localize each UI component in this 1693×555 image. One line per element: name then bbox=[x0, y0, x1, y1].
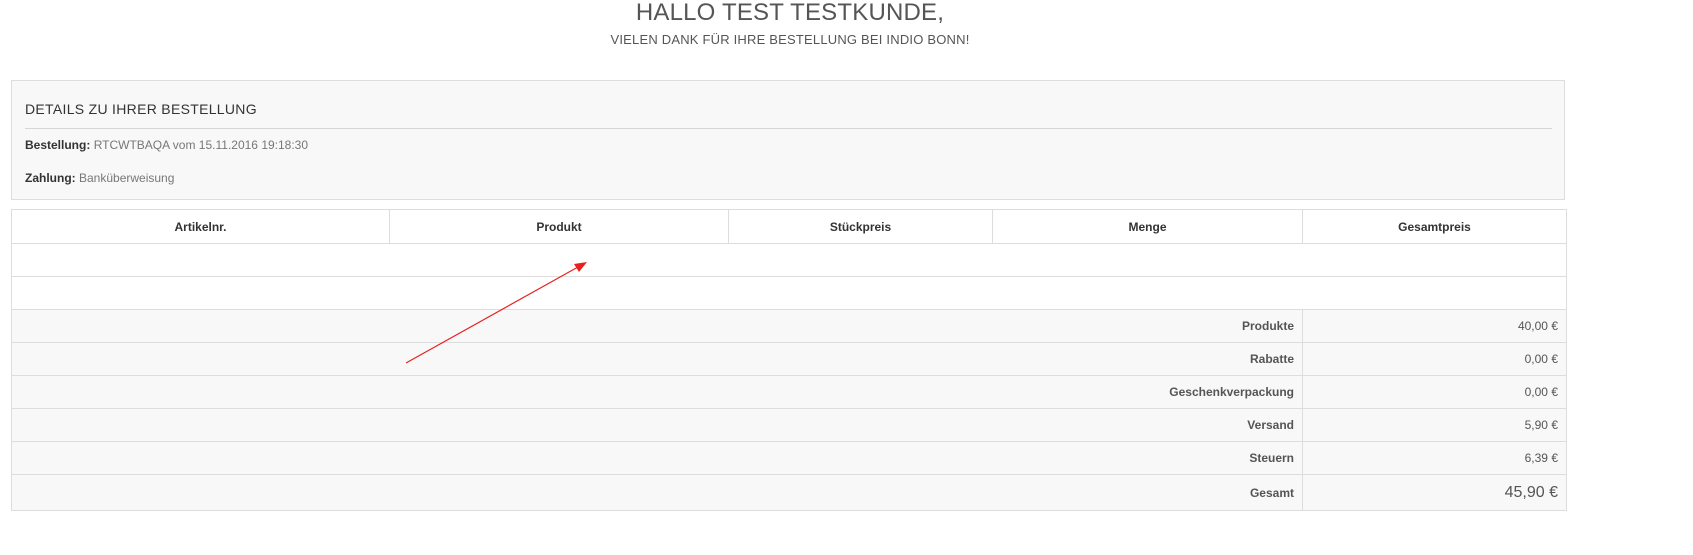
order-details-title: DETAILS ZU IHRER BESTELLUNG bbox=[25, 101, 257, 117]
summary-row-discounts: Rabatte 0,00 € bbox=[11, 342, 1567, 376]
table-row-empty bbox=[11, 243, 1567, 277]
summary-row-products: Produkte 40,00 € bbox=[11, 309, 1567, 343]
empty-cell bbox=[11, 276, 1567, 310]
summary-label: Rabatte bbox=[11, 342, 1303, 376]
total-value: 45,90 € bbox=[1302, 474, 1567, 511]
order-details-panel: DETAILS ZU IHRER BESTELLUNG Bestellung: … bbox=[11, 80, 1565, 200]
column-header-quantity: Menge bbox=[992, 209, 1303, 244]
thank-you-subtitle: VIELEN DANK FÜR IHRE BESTELLUNG BEI INDI… bbox=[610, 32, 970, 47]
summary-label: Steuern bbox=[11, 441, 1303, 475]
summary-value: 0,00 € bbox=[1302, 375, 1567, 409]
payment-value: Banküberweisung bbox=[79, 171, 175, 185]
summary-value: 6,39 € bbox=[1302, 441, 1567, 475]
summary-value: 5,90 € bbox=[1302, 408, 1567, 442]
summary-row-gift-wrap: Geschenkverpackung 0,00 € bbox=[11, 375, 1567, 409]
summary-label: Produkte bbox=[11, 309, 1303, 343]
table-row-empty bbox=[11, 276, 1567, 310]
details-divider bbox=[25, 128, 1552, 129]
summary-label: Geschenkverpackung bbox=[11, 375, 1303, 409]
order-label: Bestellung: bbox=[25, 138, 91, 152]
summary-row-shipping: Versand 5,90 € bbox=[11, 408, 1567, 442]
summary-value: 40,00 € bbox=[1302, 309, 1567, 343]
summary-row-total: Gesamt 45,90 € bbox=[11, 474, 1567, 511]
order-reference-line: Bestellung: RTCWTBAQA vom 15.11.2016 19:… bbox=[25, 138, 308, 152]
summary-label: Versand bbox=[11, 408, 1303, 442]
payment-label: Zahlung: bbox=[25, 171, 76, 185]
total-label: Gesamt bbox=[11, 474, 1303, 511]
column-header-total-price: Gesamtpreis bbox=[1302, 209, 1567, 244]
summary-row-taxes: Steuern 6,39 € bbox=[11, 441, 1567, 475]
table-header-row: Artikelnr. Produkt Stückpreis Menge Gesa… bbox=[11, 209, 1567, 244]
column-header-unit-price: Stückpreis bbox=[728, 209, 993, 244]
payment-line: Zahlung: Banküberweisung bbox=[25, 171, 174, 185]
column-header-article-number: Artikelnr. bbox=[11, 209, 390, 244]
order-value: RTCWTBAQA vom 15.11.2016 19:18:30 bbox=[93, 138, 309, 152]
column-header-product: Produkt bbox=[389, 209, 729, 244]
empty-cell bbox=[11, 243, 1567, 277]
summary-value: 0,00 € bbox=[1302, 342, 1567, 376]
greeting-title: HALLO TEST TESTKUNDE, bbox=[635, 0, 945, 26]
order-items-table: Artikelnr. Produkt Stückpreis Menge Gesa… bbox=[11, 209, 1567, 511]
